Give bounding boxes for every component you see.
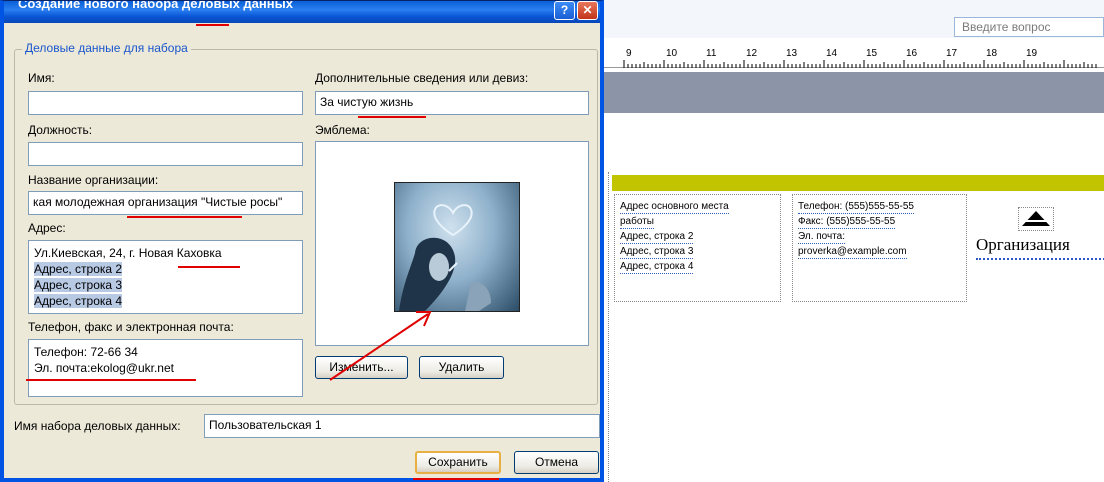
annotation-underline-motto	[358, 116, 426, 118]
dialog-titlebar[interactable]: Создание нового набора деловых данных ? …	[4, 1, 600, 23]
pub-address-line-2: работы	[620, 216, 654, 229]
ask-question-input[interactable]: Введите вопрос	[954, 17, 1104, 37]
ruler-label-17: 17	[946, 48, 958, 59]
horizontal-ruler[interactable]: 9 10 11 12 13 14 15 16 17 18 19	[604, 44, 1104, 68]
ruler-label-10: 10	[666, 48, 678, 59]
emblem-image	[394, 182, 520, 312]
pub-phone-line: Телефон: (555)555-55-55	[798, 201, 914, 214]
name-label: Имя:	[28, 71, 55, 85]
pub-email-label: Эл. почта:	[798, 231, 846, 244]
header-color-bar	[612, 175, 1104, 191]
motto-label: Дополнительные сведения или девиз:	[315, 71, 529, 85]
pub-address-line-5: Адрес, строка 4	[620, 261, 694, 274]
contacts-line-1: Телефон: 72-66 34	[34, 345, 138, 359]
organization-name-text[interactable]: Организация	[976, 236, 1104, 260]
ruler-label-16: 16	[906, 48, 918, 59]
publisher-workspace: Введите вопрос 9 10 11 12 13 14 15 16 17…	[604, 0, 1104, 482]
annotation-underline-email	[26, 379, 196, 381]
address-line-1: Ул.Киевская, 24, г. Новая Каховка	[34, 246, 222, 260]
address-label: Адрес:	[28, 221, 66, 235]
contacts-label: Телефон, факс и электронная почта:	[28, 320, 234, 334]
pub-address-line-4: Адрес, строка 3	[620, 246, 694, 259]
ruler-label-9: 9	[626, 48, 632, 59]
address-textarea[interactable]: Ул.Киевская, 24, г. Новая Каховка Адрес,…	[28, 240, 303, 314]
contacts-textarea[interactable]: Телефон: 72-66 34 Эл. почта:ekolog@ukr.n…	[28, 339, 303, 397]
name-input[interactable]	[28, 91, 303, 115]
contact-text-box[interactable]: Телефон: (555)555-55-55 Факс: (555)555-5…	[792, 194, 967, 302]
position-label: Должность:	[28, 123, 93, 137]
set-name-input[interactable]: Пользовательская 1	[204, 414, 600, 438]
org-label: Название организации:	[28, 173, 159, 187]
emblem-label: Эмблема:	[315, 123, 370, 137]
ruler-label-11: 11	[706, 48, 717, 59]
address-text-box[interactable]: Адрес основного места работы Адрес, стро…	[614, 194, 781, 302]
ruler-label-18: 18	[986, 48, 998, 59]
pub-fax-line: Факс: (555)555-55-55	[798, 216, 896, 229]
help-button[interactable]: ?	[554, 1, 575, 20]
group-label: Деловые данные для набора	[22, 41, 191, 55]
annotation-arrow	[329, 311, 432, 381]
cancel-button[interactable]: Отмена	[514, 451, 599, 474]
motto-input[interactable]: За чистую жизнь	[315, 91, 589, 115]
annotation-underline-title	[196, 24, 229, 26]
pub-address-line-3: Адрес, строка 2	[620, 231, 694, 244]
logo-placeholder[interactable]	[1018, 207, 1054, 231]
contacts-line-2: Эл. почта:ekolog@ukr.net	[34, 361, 174, 375]
ruler-label-19: 19	[1026, 48, 1038, 59]
annotation-underline-save	[413, 478, 499, 480]
pub-email-value: proverka@example.com	[798, 246, 907, 259]
annotation-underline-city	[178, 266, 240, 268]
address-line-4: Адрес, строка 4	[34, 294, 123, 308]
ruler-label-14: 14	[826, 48, 838, 59]
ruler-label-12: 12	[746, 48, 758, 59]
address-line-3: Адрес, строка 3	[34, 278, 123, 292]
ruler-ticks: 9 10 11 12 13 14 15 16 17 18 19	[623, 48, 1097, 68]
address-line-2: Адрес, строка 2	[34, 262, 123, 276]
set-name-label: Имя набора деловых данных:	[14, 419, 181, 433]
dialog-title: Создание нового набора деловых данных	[18, 1, 293, 11]
question-bar: Введите вопрос	[604, 0, 1104, 38]
close-button[interactable]: ✕	[577, 1, 598, 20]
pub-address-line-1: Адрес основного места	[620, 201, 729, 214]
annotation-underline-org	[127, 216, 242, 218]
ruler-label-13: 13	[786, 48, 798, 59]
position-input[interactable]	[28, 142, 303, 166]
ruler-label-15: 15	[866, 48, 878, 59]
new-business-info-dialog: Создание нового набора деловых данных ? …	[0, 0, 604, 482]
logo-icon	[1022, 211, 1050, 226]
save-button[interactable]: Сохранить	[415, 451, 501, 474]
org-input[interactable]: кая молодежная организация "Чистые росы"	[28, 191, 303, 215]
page-gray-band	[604, 72, 1104, 113]
